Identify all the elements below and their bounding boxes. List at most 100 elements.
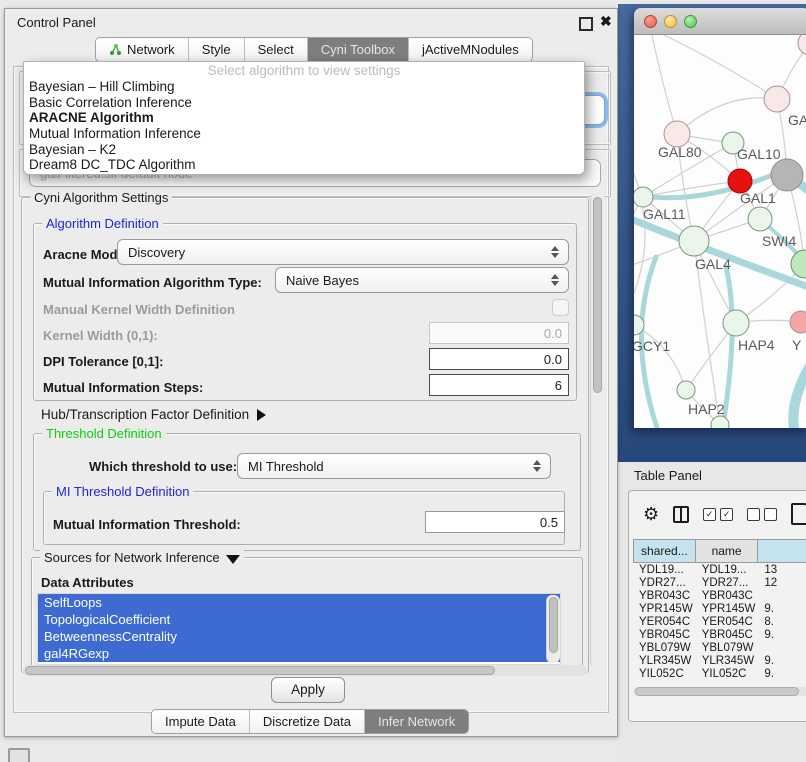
table-cell: YLR345W bbox=[633, 655, 696, 667]
zoom-traffic-light-icon[interactable] bbox=[684, 15, 697, 28]
table-cell: YBR045C bbox=[633, 629, 696, 641]
table-cell: YBR043C bbox=[633, 590, 696, 602]
scrollbar-thumb[interactable] bbox=[635, 687, 799, 696]
attribute-item[interactable]: gal4RGexp bbox=[38, 645, 560, 662]
table-panel-region: Table Panel ⚙ ✓✓ shared...name YDL19...Y… bbox=[618, 462, 806, 762]
node-pink-top[interactable] bbox=[764, 86, 790, 112]
table-row[interactable]: YDR27...YDR27...12 bbox=[633, 576, 806, 589]
network-window-titlebar[interactable] bbox=[634, 8, 806, 35]
tab-style[interactable]: Style bbox=[189, 38, 245, 61]
network-canvas[interactable]: GAL80 GAL10 GAL1 GAL11 SWI4 GAL4 GAL GCY… bbox=[634, 35, 806, 428]
node-gal11[interactable] bbox=[634, 187, 653, 207]
minimize-traffic-light-icon[interactable] bbox=[664, 15, 677, 28]
attribute-item[interactable]: SelfLoops bbox=[38, 594, 560, 611]
node-pink-corner[interactable] bbox=[798, 35, 806, 55]
algorithm-option[interactable]: Basic Correlation Inference bbox=[24, 95, 584, 111]
collapse-arrow-icon[interactable] bbox=[226, 555, 240, 564]
settings-horizontal-scrollbar[interactable] bbox=[23, 665, 587, 676]
tab-impute-data[interactable]: Impute Data bbox=[152, 710, 250, 733]
aracne-mode-combobox[interactable]: Discovery bbox=[117, 239, 569, 265]
tab-label: Discretize Data bbox=[263, 714, 351, 729]
tab-label: Select bbox=[258, 42, 294, 57]
table-row[interactable]: YDL19...YDL19...13 bbox=[633, 563, 806, 576]
table-cell: YPR145W bbox=[633, 603, 696, 615]
dpi-tolerance-field[interactable]: 0.0 bbox=[429, 348, 569, 370]
table-row[interactable]: YIL052CYIL052C9. bbox=[633, 667, 806, 679]
kernel-width-field[interactable]: 0.0 bbox=[429, 322, 569, 344]
dpi-tolerance-label: DPI Tolerance [0,1]: bbox=[43, 354, 163, 369]
attribute-item[interactable]: BetweennessCentrality bbox=[38, 628, 560, 645]
node-label: GAL4 bbox=[695, 256, 731, 272]
apply-button[interactable]: Apply bbox=[271, 677, 345, 703]
node-label: HAP2 bbox=[688, 401, 725, 417]
data-attributes-label: Data Attributes bbox=[41, 575, 134, 590]
table-cell: 12 bbox=[758, 577, 806, 589]
table-cell: YBL079W bbox=[696, 642, 759, 654]
select-all-checkboxes-icon[interactable]: ✓✓ bbox=[703, 508, 733, 521]
table-cell: YDL19... bbox=[696, 564, 759, 576]
table-header-cell[interactable] bbox=[758, 539, 806, 563]
which-threshold-combobox[interactable]: MI Threshold bbox=[237, 453, 551, 479]
table-row[interactable]: YER054CYER054C8. bbox=[633, 615, 806, 628]
network-labels: GAL80 GAL10 GAL1 GAL11 SWI4 GAL4 GAL GCY… bbox=[634, 112, 806, 417]
close-icon[interactable]: ✖ bbox=[600, 13, 612, 30]
scrollbar-thumb[interactable] bbox=[593, 197, 602, 393]
table-header-cell[interactable]: name bbox=[696, 539, 759, 563]
tab-discretize-data[interactable]: Discretize Data bbox=[250, 710, 365, 733]
node-hap4[interactable] bbox=[723, 310, 749, 336]
tab-cyni-toolbox[interactable]: Cyni Toolbox bbox=[308, 38, 409, 61]
node-gal4[interactable] bbox=[679, 226, 709, 256]
tab-jactivemnodules[interactable]: jActiveMNodules bbox=[409, 38, 532, 61]
tab-infer-network[interactable]: Infer Network bbox=[365, 710, 468, 733]
spinner-arrows-icon bbox=[533, 460, 541, 472]
float-window-icon[interactable] bbox=[579, 17, 593, 31]
mi-threshold-field[interactable]: 0.5 bbox=[425, 511, 565, 533]
table-horizontal-scrollbar[interactable] bbox=[633, 687, 806, 696]
node-hap2[interactable] bbox=[677, 381, 695, 399]
table-panel: ⚙ ✓✓ shared...name YDL19...YDL19...13YDR… bbox=[628, 490, 806, 722]
scrollbar-thumb[interactable] bbox=[25, 666, 495, 675]
control-panel-window: Control Panel ✖ Network Style Select Cyn… bbox=[4, 8, 618, 737]
hub-definition-toggle[interactable]: Hub/Transcription Factor Definition bbox=[41, 407, 266, 422]
table-header-cell[interactable]: shared... bbox=[633, 539, 696, 563]
attributes-scrollbar[interactable] bbox=[546, 595, 560, 663]
table-header-row: shared...name bbox=[633, 539, 806, 563]
cyni-bottom-tabs: Impute Data Discretize Data Infer Networ… bbox=[151, 709, 469, 734]
table-row[interactable]: YBL079WYBL079W bbox=[633, 641, 806, 654]
tab-label: jActiveMNodules bbox=[422, 42, 519, 57]
algorithm-option[interactable]: Bayesian – Hill Climbing bbox=[24, 79, 584, 95]
algorithm-option[interactable]: Bayesian – K2 bbox=[24, 142, 584, 158]
node-swi4[interactable] bbox=[748, 207, 772, 231]
network-graph: GAL80 GAL10 GAL1 GAL11 SWI4 GAL4 GAL GCY… bbox=[634, 35, 806, 428]
algorithm-option[interactable]: Mutual Information Inference bbox=[24, 126, 584, 142]
table-row[interactable]: YLR345WYLR345W9. bbox=[633, 654, 806, 667]
export-table-icon[interactable] bbox=[791, 503, 806, 525]
combobox-value: Naive Bayes bbox=[286, 273, 359, 288]
close-traffic-light-icon[interactable] bbox=[644, 15, 657, 28]
mi-algorithm-type-combobox[interactable]: Naive Bayes bbox=[275, 267, 569, 293]
columns-icon[interactable] bbox=[673, 506, 689, 523]
table-toolbar: ⚙ ✓✓ bbox=[629, 491, 806, 537]
mi-steps-field[interactable]: 6 bbox=[429, 374, 569, 396]
table-cell: YBR043C bbox=[696, 590, 759, 602]
node-green-right[interactable] bbox=[791, 250, 806, 278]
scrollbar-thumb[interactable] bbox=[549, 597, 558, 653]
minimized-panel-icon[interactable] bbox=[8, 748, 30, 762]
settings-vertical-scrollbar[interactable] bbox=[590, 193, 605, 667]
algorithm-option[interactable]: Dream8 DC_TDC Algorithm bbox=[24, 157, 584, 173]
algorithm-option[interactable]: ARACNE Algorithm bbox=[24, 110, 584, 126]
table-row[interactable]: YPR145WYPR145W9. bbox=[633, 602, 806, 615]
gear-icon[interactable]: ⚙ bbox=[643, 505, 659, 523]
table-cell: YPR145W bbox=[696, 603, 759, 615]
tab-label: Network bbox=[127, 42, 175, 57]
manual-kernel-checkbox[interactable] bbox=[552, 299, 569, 316]
tab-network[interactable]: Network bbox=[96, 38, 189, 61]
table-row[interactable]: YBR043CYBR043C bbox=[633, 589, 806, 602]
node-gray[interactable] bbox=[771, 159, 803, 191]
table-row[interactable]: YBR045CYBR045C9. bbox=[633, 628, 806, 641]
tab-select[interactable]: Select bbox=[245, 38, 308, 61]
kernel-width-label: Kernel Width (0,1): bbox=[43, 328, 158, 343]
attribute-item[interactable]: TopologicalCoefficient bbox=[38, 611, 560, 628]
node-salmon[interactable] bbox=[790, 311, 806, 333]
deselect-all-checkboxes-icon[interactable] bbox=[747, 508, 777, 521]
